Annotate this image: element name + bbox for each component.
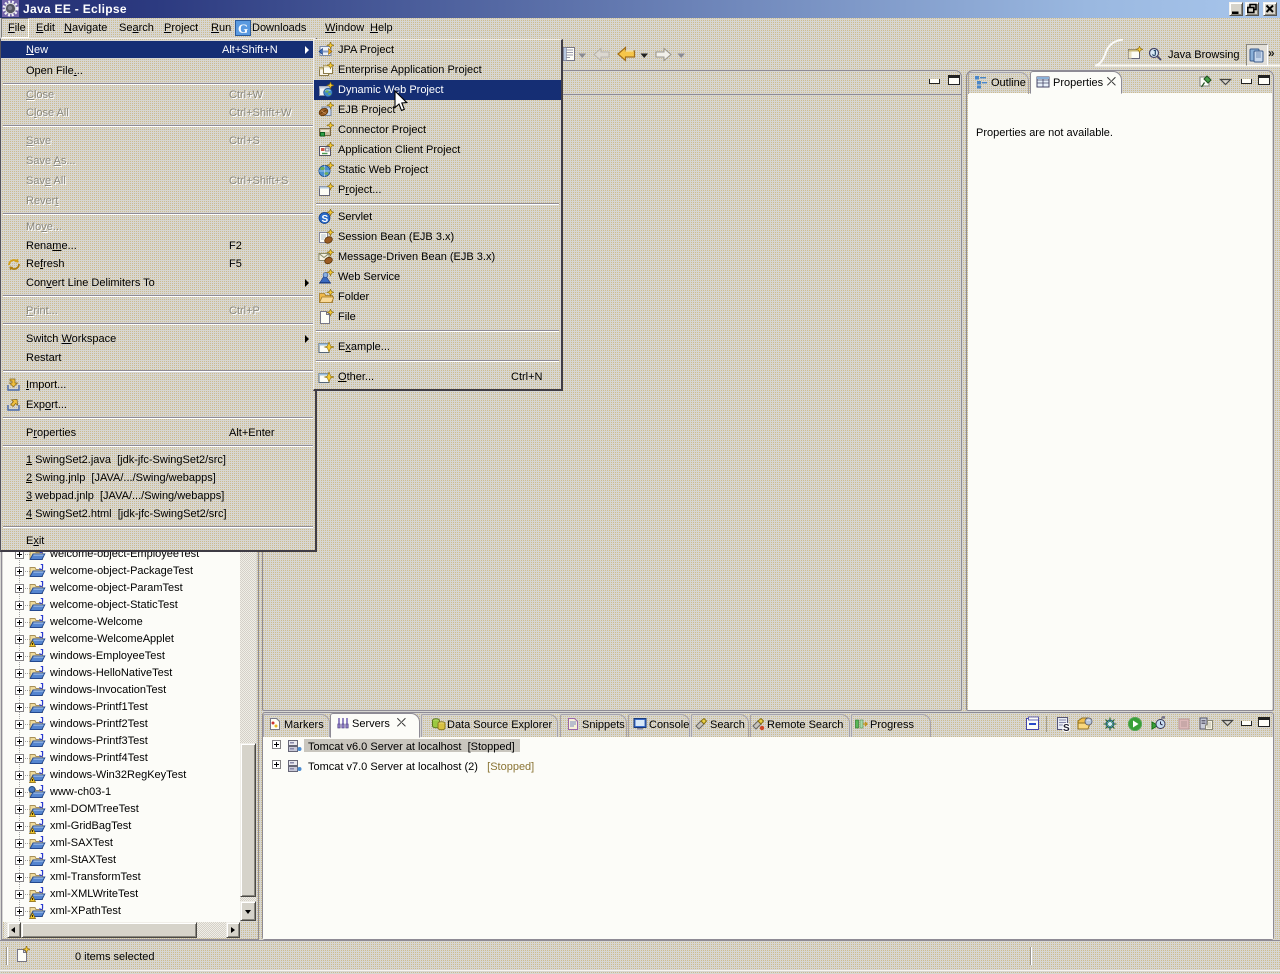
svg-text:J: J [1152,49,1156,58]
svg-text:J: J [39,597,44,606]
svg-text:S: S [322,214,329,225]
svg-text:J: J [39,682,44,691]
svg-text:J: J [39,733,44,742]
svg-text:J: J [39,648,44,657]
svg-text:J: J [39,767,44,776]
svg-text:J: J [39,818,44,827]
svg-text:J: J [39,886,44,895]
svg-text:J: J [39,716,44,725]
svg-text:J: J [39,665,44,674]
svg-text:J: J [39,614,44,623]
svg-text:J: J [39,869,44,878]
svg-text:J: J [39,784,44,793]
svg-text:J: J [39,580,44,589]
svg-text:J: J [39,750,44,759]
svg-text:J: J [39,903,44,912]
svg-text:J: J [39,801,44,810]
svg-text:J: J [39,563,44,572]
svg-text:G: G [238,21,248,36]
svg-text:J: J [39,631,44,640]
svg-text:S: S [1063,723,1070,732]
svg-text:J: J [39,699,44,708]
svg-text:J: J [39,835,44,844]
svg-text:J: J [39,852,44,861]
